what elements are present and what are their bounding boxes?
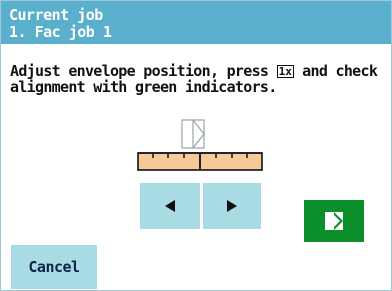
cancel-button[interactable]: Cancel [11,245,97,289]
arrow-right-icon [227,200,237,212]
envelope-feed-icon [325,212,343,230]
instruction-line-2: alignment with green indicators. [10,78,277,96]
screen: Current job 1. Fac job 1 Adjust envelope… [0,0,392,291]
header-bar: Current job 1. Fac job 1 [1,1,391,44]
move-left-button[interactable] [140,183,200,229]
instruction-line-1: Adjust envelope position, press 1x and c… [10,63,388,79]
header-title: Current job [9,6,103,24]
envelope-position-icon [181,119,205,149]
feed-envelope-button[interactable] [304,200,364,242]
ruler-icon [137,152,263,171]
instruction-part-2: and check [293,62,378,80]
arrow-left-icon [165,200,175,212]
move-right-button[interactable] [203,183,261,229]
header-job-name: 1. Fac job 1 [9,23,112,41]
single-feed-key-icon: 1x [276,65,294,78]
instruction-text: Adjust envelope position, press 1x and c… [10,63,388,95]
